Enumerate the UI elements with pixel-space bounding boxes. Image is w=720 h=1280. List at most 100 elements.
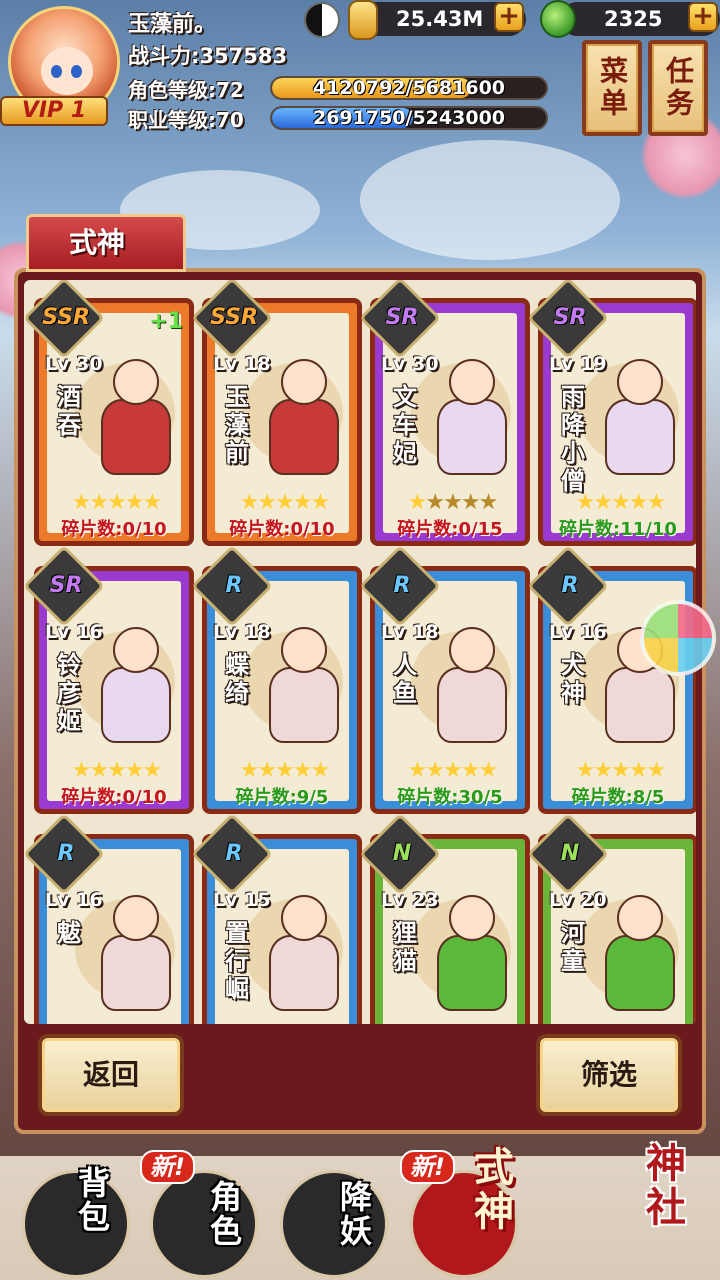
top-hud: VIP 1 玉藻前。 战斗力:357583 角色等级:72 4120792/56…	[0, 0, 720, 136]
rarity-label: SSR	[42, 305, 90, 330]
star-icon: ★	[257, 490, 277, 515]
shikigami-portrait	[91, 895, 179, 1015]
shikigami-level: Lv 16	[45, 889, 103, 911]
shikigami-level: Lv 19	[549, 353, 607, 375]
rarity-label: N	[392, 841, 412, 866]
combat-power: 战斗力:357583	[128, 44, 288, 68]
shikigami-card[interactable]: SR Lv 30 文车妃 ★★★★★ 碎片数:0/15	[358, 280, 530, 546]
star-icon: ★	[89, 758, 109, 783]
shikigami-name: 玉藻前	[225, 383, 249, 467]
job-level-label: 职业等级:70	[128, 108, 244, 132]
star-icon: ★	[124, 758, 145, 783]
portrait-body	[605, 667, 675, 743]
star-icon: ★	[593, 758, 613, 783]
shikigami-name: 雨降小僧	[561, 383, 585, 495]
portrait-head	[617, 895, 663, 941]
shard-count: 碎片数:8/5	[571, 787, 665, 808]
shikigami-name: 酒吞	[57, 383, 81, 439]
rarity-label: R	[225, 841, 243, 866]
shikigami-portrait	[427, 627, 515, 747]
shikigami-level: Lv 16	[45, 621, 103, 643]
back-button[interactable]: 返回	[38, 1034, 184, 1116]
shikigami-level: Lv 30	[381, 353, 439, 375]
portrait-body	[437, 667, 507, 743]
vip-badge[interactable]: VIP 1	[0, 96, 108, 126]
portrait-head	[449, 359, 495, 405]
star-icon: ★	[443, 758, 463, 783]
shikigami-name: 魃	[57, 919, 81, 947]
role-exp-text: 4120792/5681600	[312, 77, 506, 99]
star-icon: ★	[71, 490, 92, 515]
star-icon: ★	[407, 490, 428, 515]
shikigami-card[interactable]: SR Lv 16 铃彦姬 ★★★★★ 碎片数:0/10	[24, 544, 194, 814]
shikigami-name: 河童	[561, 919, 585, 975]
menu-button[interactable]: 菜单	[582, 40, 642, 136]
shikigami-card[interactable]: R Lv 18 蝶绮 ★★★★★ 碎片数:9/5	[190, 544, 362, 814]
shikigami-card[interactable]: NLv 20河童★★★★★	[526, 812, 696, 1024]
rarity-label: R	[225, 573, 243, 598]
rarity-label: SR	[49, 573, 83, 598]
star-icon: ★	[257, 758, 277, 783]
star-icon: ★	[292, 758, 313, 783]
nav-bag-label: 背包	[78, 1164, 111, 1236]
shard-count: 碎片数:0/10	[61, 519, 167, 540]
add-coins-button[interactable]: +	[494, 2, 524, 32]
yin-yang-icon[interactable]	[304, 2, 340, 38]
awaken-plus-label: +1	[149, 309, 183, 334]
portrait-head	[113, 895, 159, 941]
star-icon: ★	[425, 758, 445, 783]
star-icon: ★	[89, 490, 109, 515]
portrait-head	[281, 627, 327, 673]
shikigami-portrait	[259, 627, 347, 747]
star-icon: ★	[575, 490, 596, 515]
star-icon: ★	[71, 758, 92, 783]
shikigami-card[interactable]: SSR Lv 18 玉藻前 ★★★★★ 碎片数:0/10	[190, 280, 362, 546]
star-icon: ★	[460, 758, 481, 783]
portrait-head	[281, 359, 327, 405]
portrait-head	[281, 895, 327, 941]
shikigami-portrait	[427, 895, 515, 1015]
shard-count: 碎片数:0/15	[397, 519, 503, 540]
shikigami-level: Lv 15	[213, 889, 271, 911]
shikigami-portrait	[595, 895, 683, 1015]
shikigami-card[interactable]: R Lv 18 人鱼 ★★★★★ 碎片数:30/5	[358, 544, 530, 814]
star-icon: ★	[310, 758, 331, 783]
shikigami-grid[interactable]: SSR +1 Lv 30 酒吞 ★★★★★ 碎片数:0/10 SSR Lv 18 玉藻前 ★★★★…	[24, 280, 696, 1024]
portrait-head	[113, 359, 159, 405]
role-level-label: 角色等级:72	[128, 78, 244, 102]
add-jade-button[interactable]: +	[688, 2, 718, 32]
shikigami-card[interactable]: RLv 15置行崛★★★★★	[190, 812, 362, 1024]
star-icon: ★	[292, 490, 313, 515]
portrait-body	[605, 935, 675, 1011]
star-icon: ★	[124, 490, 145, 515]
star-icon: ★	[407, 758, 428, 783]
shikigami-card[interactable]: NLv 23狸猫★★★★★	[358, 812, 530, 1024]
rarity-label: SSR	[210, 305, 258, 330]
nav-shrine[interactable]: 神社	[646, 1142, 692, 1230]
tasks-button[interactable]: 任务	[648, 40, 708, 136]
shikigami-portrait	[91, 627, 179, 747]
star-rating: ★★★★★	[229, 758, 339, 783]
nav-role-label: 角色	[210, 1178, 243, 1250]
rarity-label: R	[393, 573, 411, 598]
rarity-label: SR	[553, 305, 587, 330]
coin-icon	[348, 0, 378, 40]
star-icon: ★	[478, 758, 499, 783]
shikigami-portrait	[259, 359, 347, 479]
star-rating: ★★★★★	[229, 490, 339, 515]
shikigami-card[interactable]: SR Lv 19 雨降小僧 ★★★★★ 碎片数:11/10	[526, 280, 696, 546]
shikigami-card[interactable]: RLv 16魃★★★★★	[24, 812, 194, 1024]
rarity-label: N	[560, 841, 580, 866]
floating-assistant-icon[interactable]	[640, 600, 716, 676]
shikigami-portrait	[91, 359, 179, 479]
star-rating: ★★★★★	[397, 490, 507, 515]
nav-subdue-label: 降妖	[340, 1178, 373, 1250]
shikigami-name: 人鱼	[393, 651, 417, 707]
star-icon: ★	[646, 758, 667, 783]
star-icon: ★	[443, 490, 463, 515]
rarity-label: R	[57, 841, 75, 866]
shikigami-level: Lv 30	[45, 353, 103, 375]
shikigami-card[interactable]: SSR +1 Lv 30 酒吞 ★★★★★ 碎片数:0/10	[24, 280, 194, 546]
portrait-body	[437, 935, 507, 1011]
filter-button[interactable]: 筛选	[536, 1034, 682, 1116]
